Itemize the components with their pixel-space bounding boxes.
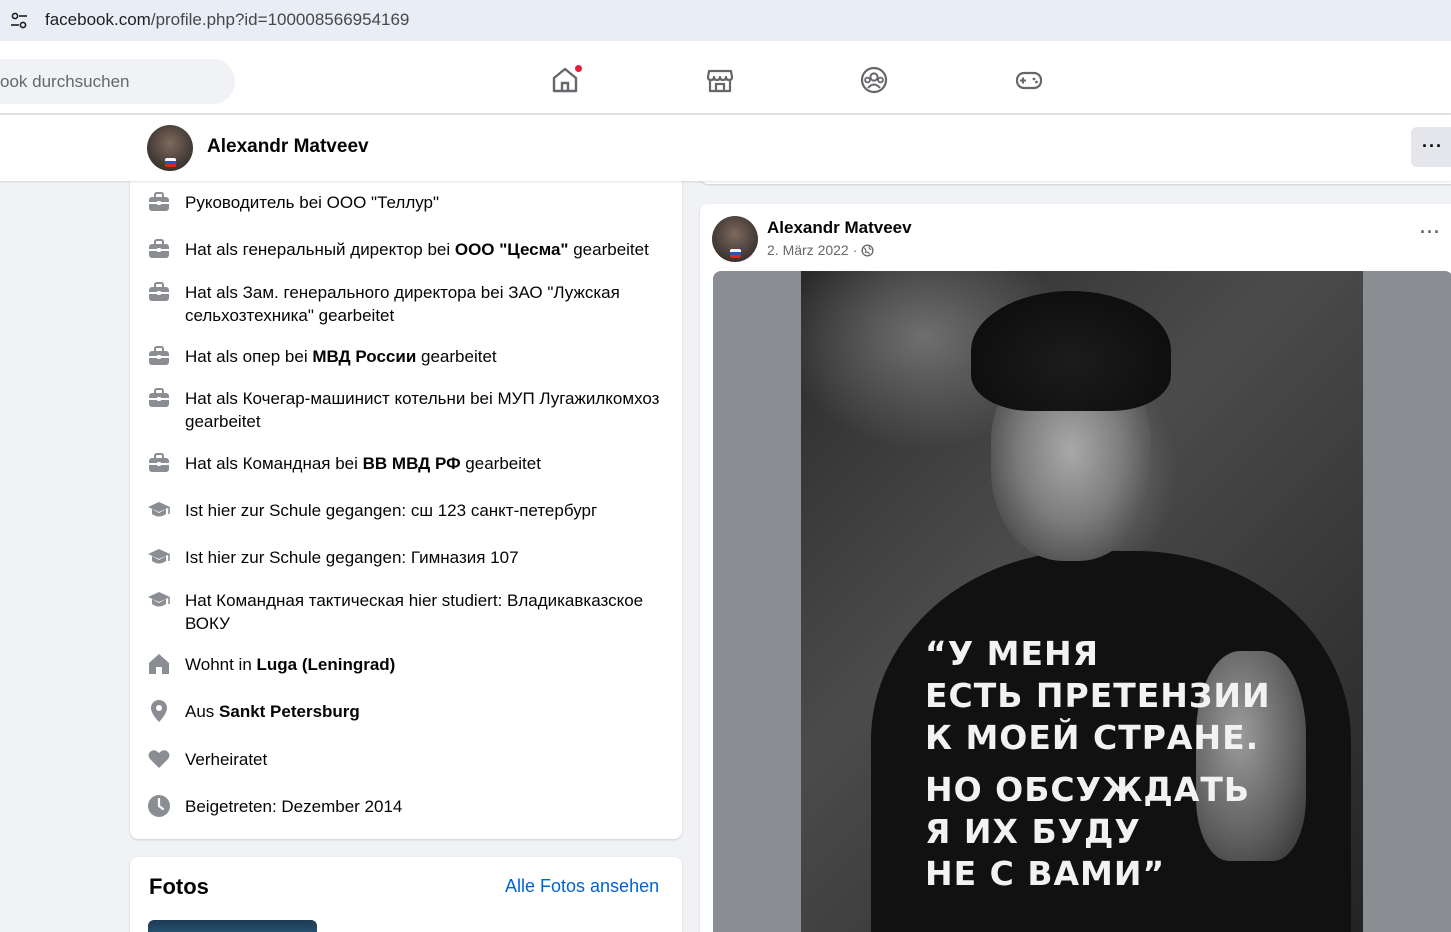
intro-link[interactable]: МВД России — [312, 347, 416, 366]
address-bar[interactable]: facebook.com/profile.php?id=100008566954… — [0, 0, 1451, 41]
groups-icon[interactable] — [859, 65, 889, 95]
intro-link[interactable]: ООО "Цесма" — [455, 240, 569, 259]
globe-icon — [861, 244, 874, 257]
work-icon — [147, 386, 171, 410]
intro-link[interactable]: Luga (Leningrad) — [257, 655, 396, 674]
post-meta: 2. März 2022 · — [767, 242, 874, 258]
intro-item-text: Hat als опер bei МВД России gearbeitet — [185, 345, 665, 368]
intro-text: Hat als Кочегар-машинист котельни bei МУ… — [185, 389, 660, 431]
home-icon — [147, 652, 171, 676]
notification-badge — [574, 64, 583, 73]
work-icon — [147, 344, 171, 368]
intro-text: gearbeitet — [568, 240, 649, 259]
poster-figure-hair — [971, 291, 1171, 411]
clock-icon — [147, 794, 171, 818]
gaming-icon[interactable] — [1014, 65, 1044, 95]
intro-text: Hat als опер bei — [185, 347, 313, 366]
url-path: /profile.php?id=100008566954169 — [150, 10, 410, 29]
intro-text: Ist hier zur Schule gegangen: Гимназия 1… — [185, 548, 519, 567]
portrait-poster: “У МЕНЯ ЕСТЬ ПРЕТЕНЗИИ К МОЕЙ СТРАНЕ. НО… — [801, 271, 1363, 932]
intro-link[interactable]: Sankt Petersburg — [219, 702, 360, 721]
post-date[interactable]: 2. März 2022 — [767, 242, 849, 258]
intro-text: Ist hier zur Schule gegangen: сш 123 сан… — [185, 501, 598, 520]
quote-line: Я ИХ БУДУ — [925, 812, 1141, 851]
intro-item-text: Verheiratet — [185, 748, 665, 771]
browser-toolbar: facebook.com/profile.php?id=100008566954… — [0, 0, 1451, 50]
intro-text: Руководитель bei ООО "Теллур" — [185, 193, 440, 212]
facebook-header: ook durchsuchen — [0, 50, 1451, 114]
quote-line: НО ОБСУЖДАТЬ — [925, 770, 1251, 809]
intro-item-text: Ist hier zur Schule gegangen: сш 123 сан… — [185, 499, 665, 522]
meta-separator: · — [848, 242, 862, 258]
profile-more-button[interactable]: ··· — [1411, 127, 1451, 167]
intro-text: gearbeitet — [416, 347, 497, 366]
quote-line: К МОЕЙ СТРАНЕ. — [925, 718, 1260, 757]
intro-link[interactable]: ВВ МВД РФ — [363, 454, 461, 473]
fotos-title: Fotos — [149, 874, 209, 899]
intro-text: Wohnt in — [185, 655, 257, 674]
poster-quote: “У МЕНЯ ЕСТЬ ПРЕТЕНЗИИ К МОЕЙ СТРАНЕ. НО… — [925, 633, 1271, 895]
search-input[interactable]: ook durchsuchen — [0, 59, 235, 104]
intro-item-text: Ist hier zur Schule gegangen: Гимназия 1… — [185, 546, 665, 569]
work-icon — [147, 451, 171, 475]
work-icon — [147, 280, 171, 304]
education-icon — [147, 498, 171, 522]
intro-text: Aus — [185, 702, 220, 721]
post-more-button[interactable]: ··· — [1420, 222, 1441, 243]
intro-text: Hat als Зам. генерального директора bei … — [185, 283, 620, 325]
quote-line: “У МЕНЯ — [925, 634, 1100, 673]
site-settings-icon[interactable] — [9, 11, 29, 31]
post-author-avatar[interactable] — [712, 216, 758, 262]
more-dots: ··· — [1422, 136, 1443, 156]
intro-text: Hat als генеральный директор bei — [185, 240, 455, 259]
flag-icon — [730, 249, 741, 259]
photo-thumbnail[interactable] — [148, 920, 317, 932]
post-author-name[interactable]: Alexandr Matveev — [767, 218, 912, 238]
search-placeholder: ook durchsuchen — [0, 72, 130, 91]
post-image[interactable]: “У МЕНЯ ЕСТЬ ПРЕТЕНЗИИ К МОЕЙ СТРАНЕ. НО… — [713, 271, 1451, 932]
heart-icon — [147, 747, 171, 771]
intro-text: gearbeitet — [460, 454, 541, 473]
url-host: facebook.com — [45, 10, 151, 29]
work-icon — [147, 190, 171, 214]
all-photos-link[interactable]: Alle Fotos ansehen — [505, 876, 659, 897]
intro-item-text: Hat als Кочегар-машинист котельни bei МУ… — [185, 387, 665, 433]
intro-item-text: Wohnt in Luga (Leningrad) — [185, 653, 665, 676]
education-icon — [147, 545, 171, 569]
url-text[interactable]: facebook.com/profile.php?id=100008566954… — [45, 10, 409, 30]
work-icon — [147, 237, 171, 261]
location-icon — [147, 699, 171, 723]
intro-item-text: Hat als Зам. генерального директора bei … — [185, 281, 665, 327]
marketplace-icon[interactable] — [705, 65, 735, 95]
intro-item-text: Hat als генеральный директор bei ООО "Це… — [185, 238, 665, 261]
intro-item-text: Hat als Командная bei ВВ МВД РФ gearbeit… — [185, 452, 665, 475]
intro-text: Hat Командная тактическая hier studiert:… — [185, 591, 644, 633]
flag-icon — [165, 158, 176, 168]
education-icon — [147, 588, 171, 612]
profile-avatar[interactable] — [147, 125, 193, 171]
intro-item-text: Beigetreten: Dezember 2014 — [185, 795, 665, 818]
intro-item-text: Aus Sankt Petersburg — [185, 700, 665, 723]
intro-item-text: Руководитель bei ООО "Теллур" — [185, 191, 665, 214]
intro-text: Hat als Командная bei — [185, 454, 363, 473]
quote-line: ЕСТЬ ПРЕТЕНЗИИ — [925, 676, 1271, 715]
intro-text: Verheiratet — [185, 750, 268, 769]
intro-text: Beigetreten: Dezember 2014 — [185, 797, 403, 816]
quote-line: НЕ С ВАМИ” — [925, 854, 1166, 893]
profile-name[interactable]: Alexandr Matveev — [207, 136, 369, 158]
intro-item-text: Hat Командная тактическая hier studiert:… — [185, 589, 665, 635]
